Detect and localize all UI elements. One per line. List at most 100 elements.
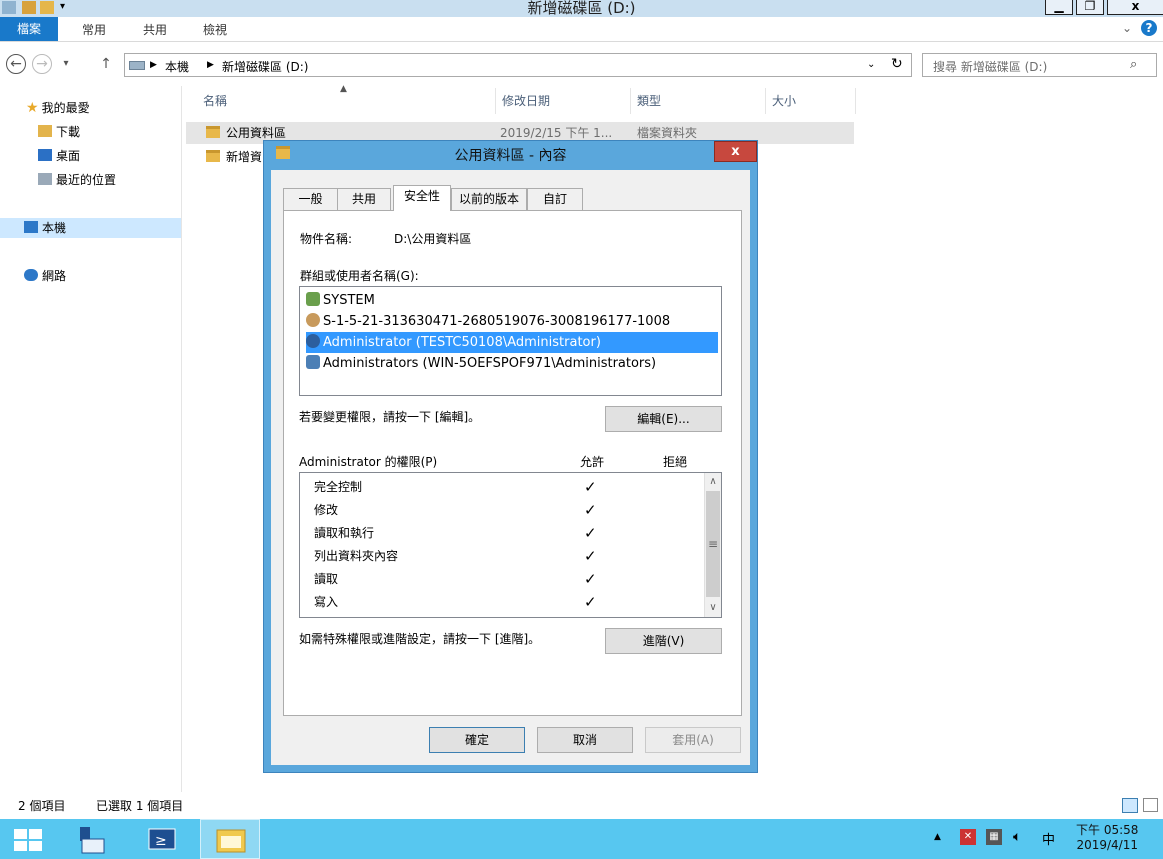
taskbar-explorer-button[interactable] <box>200 819 260 859</box>
permission-row: 完全控制 ✓ <box>314 476 704 499</box>
allow-header: 允許 <box>580 455 605 469</box>
advanced-button[interactable]: 進階(V) <box>605 628 722 654</box>
ime-indicator[interactable]: 中 <box>1042 829 1055 848</box>
navigation-pane: ★ 我的最愛 下載 桌面 最近的位置 本機 網路 <box>0 86 182 792</box>
folder-icon <box>206 122 220 144</box>
address-dropdown-icon[interactable]: ⌄ <box>867 59 875 70</box>
allow-check-icon: ✓ <box>584 524 597 542</box>
tab-general[interactable]: 一般 <box>283 188 338 210</box>
permission-row: 讀取 ✓ <box>314 568 704 591</box>
scroll-down-icon[interactable]: ∨ <box>705 599 721 616</box>
column-size[interactable]: 大小 <box>766 88 856 114</box>
action-center-icon[interactable]: ✕ <box>960 829 976 845</box>
cancel-button[interactable]: 取消 <box>537 727 633 753</box>
permission-row: 寫入 ✓ <box>314 591 704 614</box>
nav-downloads[interactable]: 下載 <box>38 122 80 142</box>
recent-dropdown-icon[interactable]: ▾ <box>56 54 76 74</box>
list-item[interactable]: Administrators (WIN-5OEFSPOF971\Administ… <box>306 353 660 374</box>
volume-icon[interactable]: 🔈︎ <box>1013 829 1021 845</box>
ribbon-expand-icon[interactable]: ⌄ <box>1122 21 1132 35</box>
tab-view[interactable]: 檢視 <box>203 21 227 38</box>
search-placeholder: 搜尋 新增磁碟區 (D:) <box>933 60 1048 74</box>
tab-sharing[interactable]: 共用 <box>337 188 391 210</box>
selected-count: 已選取 1 個項目 <box>96 799 184 813</box>
close-window-button[interactable]: x <box>1107 0 1163 15</box>
nav-recent[interactable]: 最近的位置 <box>38 170 116 190</box>
nav-favorites[interactable]: ★ 我的最愛 <box>26 98 90 118</box>
refresh-icon[interactable]: ↻ <box>891 56 903 72</box>
search-icon[interactable]: ⌕ <box>1130 57 1137 72</box>
taskbar: ≥ ▲ ✕ ▦ 🔈︎ 中 下午 05:58 2019/4/11 <box>0 819 1163 859</box>
tab-file[interactable]: 檔案 <box>0 17 58 41</box>
item-count: 2 個項目 <box>18 799 66 813</box>
forward-icon[interactable]: → <box>32 54 52 74</box>
object-name-label: 物件名稱: <box>300 232 353 246</box>
breadcrumb-this-pc[interactable]: 本機 <box>165 58 189 75</box>
tab-previous-versions[interactable]: 以前的版本 <box>451 188 527 210</box>
breadcrumb-drive[interactable]: 新增磁碟區 (D:) <box>222 58 308 75</box>
ok-button[interactable]: 確定 <box>429 727 525 753</box>
dialog-title: 公用資料區 - 內容 <box>454 148 567 164</box>
tab-security[interactable]: 安全性 <box>393 185 451 211</box>
allow-check-icon: ✓ <box>584 593 597 611</box>
change-permissions-hint: 若要變更權限，請按一下 [編輯]。 <box>299 410 481 424</box>
properties-dialog[interactable]: 公用資料區 - 內容 x 一般 共用 安全性 以前的版本 自訂 物件名稱: D:… <box>263 140 758 773</box>
tab-home[interactable]: 常用 <box>82 21 106 38</box>
window-title: 新增磁碟區 (D:) <box>527 0 636 17</box>
tab-share[interactable]: 共用 <box>143 21 167 38</box>
back-icon[interactable]: ← <box>6 54 26 74</box>
allow-check-icon: ✓ <box>584 501 597 519</box>
permissions-scrollbar[interactable]: ∧ ≡ ∨ <box>704 473 721 617</box>
dialog-body: 一般 共用 安全性 以前的版本 自訂 物件名稱: D:\公用資料區 群組或使用者… <box>271 170 750 765</box>
sort-arrow-icon: ▲ <box>340 84 347 94</box>
nav-desktop[interactable]: 桌面 <box>38 146 80 166</box>
breadcrumb-separator-icon[interactable]: ▶ <box>207 60 214 70</box>
search-input[interactable]: 搜尋 新增磁碟區 (D:) ⌕ <box>922 53 1157 77</box>
allow-check-icon: ✓ <box>584 547 597 565</box>
clock-date: 2019/4/11 <box>1076 838 1138 852</box>
apply-button[interactable]: 套用(A) <box>645 727 741 753</box>
breadcrumb-separator-icon[interactable]: ▶ <box>150 60 157 70</box>
star-icon: ★ <box>26 100 39 116</box>
start-icon[interactable] <box>10 823 46 855</box>
tab-customize[interactable]: 自訂 <box>527 188 583 210</box>
nav-this-pc[interactable]: 本機 <box>0 218 181 238</box>
group-list-label: 群組或使用者名稱(G): <box>300 269 419 283</box>
file-name: 新增資 <box>226 150 263 164</box>
clock[interactable]: 下午 05:58 2019/4/11 <box>1076 823 1138 853</box>
restore-button[interactable]: ❐ <box>1076 0 1104 15</box>
tray-expand-icon[interactable]: ▲ <box>934 832 941 842</box>
permissions-list[interactable]: 完全控制 ✓ 修改 ✓ 讀取和執行 ✓ 列出資料夾內容 ✓ 讀取 ✓ 寫入 ✓ <box>299 472 722 618</box>
group-icon <box>306 292 320 306</box>
network-icon <box>24 269 38 281</box>
details-view-icon[interactable] <box>1122 798 1138 813</box>
edit-button[interactable]: 編輯(E)... <box>605 406 722 432</box>
column-type[interactable]: 類型 <box>631 88 766 114</box>
user-icon <box>306 334 320 348</box>
dialog-close-button[interactable]: x <box>714 141 757 162</box>
object-name-value: D:\公用資料區 <box>394 232 472 246</box>
recent-places-icon <box>38 173 52 185</box>
allow-check-icon: ✓ <box>584 570 597 588</box>
minimize-button[interactable]: ▁ <box>1045 0 1073 15</box>
scroll-thumb[interactable]: ≡ <box>706 491 720 597</box>
network-tray-icon[interactable]: ▦ <box>986 829 1002 845</box>
deny-header: 拒絕 <box>663 455 688 469</box>
scroll-up-icon[interactable]: ∧ <box>705 473 721 490</box>
up-icon[interactable]: ↑ <box>96 54 116 74</box>
powershell-icon[interactable]: ≥ <box>144 823 180 855</box>
nav-network[interactable]: 網路 <box>24 266 66 286</box>
server-manager-icon[interactable] <box>74 823 110 855</box>
allow-check-icon: ✓ <box>584 478 597 496</box>
address-bar[interactable]: ▶ 本機 ▶ 新增磁碟區 (D:) ⌄ ↻ <box>124 53 912 77</box>
list-item-selected[interactable]: Administrator (TESTC50108\Administrator) <box>306 332 718 353</box>
advanced-hint: 如需特殊權限或進階設定，請按一下 [進階]。 <box>299 632 541 646</box>
help-icon[interactable]: ? <box>1141 20 1157 36</box>
list-item[interactable]: S-1-5-21-313630471-2680519076-3008196177… <box>306 311 674 332</box>
group-user-list[interactable]: SYSTEM S-1-5-21-313630471-2680519076-300… <box>299 286 722 396</box>
column-date[interactable]: 修改日期 <box>496 88 631 114</box>
list-item[interactable]: SYSTEM <box>306 290 379 311</box>
window-titlebar[interactable]: ▾ 新增磁碟區 (D:) ▁ ❐ x <box>0 0 1163 17</box>
download-folder-icon <box>38 125 52 137</box>
large-icons-view-icon[interactable] <box>1143 798 1158 812</box>
